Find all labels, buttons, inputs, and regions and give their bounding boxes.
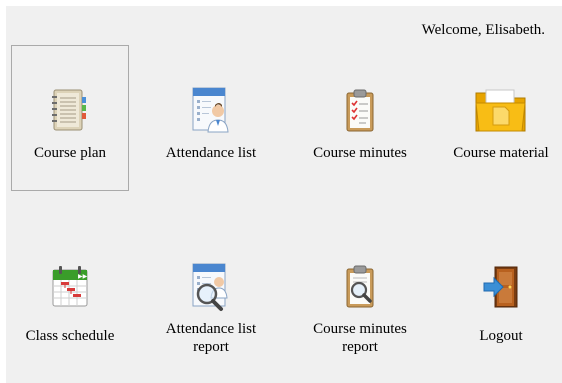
tile-label: Class schedule: [25, 328, 115, 344]
tile-class-schedule[interactable]: ▶▶ Class schedule: [11, 226, 129, 372]
tile-course-minutes[interactable]: Course minutes: [301, 45, 419, 191]
welcome-message: Welcome, Elisabeth.: [421, 22, 545, 38]
attendance-report-icon: [153, 263, 269, 311]
tile-label: Course minutes: [313, 145, 407, 161]
dashboard-panel: Welcome, Elisabeth. Course plan Attendan…: [6, 6, 562, 383]
clipboard-search-icon: [302, 263, 418, 311]
tile-logout[interactable]: Logout: [442, 226, 560, 372]
calendar-gantt-icon: ▶▶: [12, 263, 128, 311]
tile-label: Course minutes report: [313, 321, 407, 355]
door-exit-icon: [443, 263, 559, 311]
attendance-list-icon: [153, 86, 269, 134]
tile-label: Logout: [479, 328, 523, 344]
notebook-icon: [12, 86, 128, 134]
tile-course-minutes-report[interactable]: Course minutes report: [301, 226, 419, 372]
tile-label: Attendance list report: [165, 321, 257, 355]
svg-text:▶▶: ▶▶: [78, 273, 88, 280]
tile-course-plan[interactable]: Course plan: [11, 45, 129, 191]
tile-attendance-list-report[interactable]: Attendance list report: [152, 226, 270, 372]
tile-attendance-list[interactable]: Attendance list: [152, 45, 270, 191]
tile-course-material[interactable]: Course material: [442, 45, 560, 191]
folder-icon: [443, 86, 559, 134]
clipboard-checklist-icon: [302, 86, 418, 134]
tile-label: Course material: [453, 145, 549, 161]
tile-label: Course plan: [33, 145, 107, 161]
tile-label: Attendance list: [165, 145, 257, 161]
